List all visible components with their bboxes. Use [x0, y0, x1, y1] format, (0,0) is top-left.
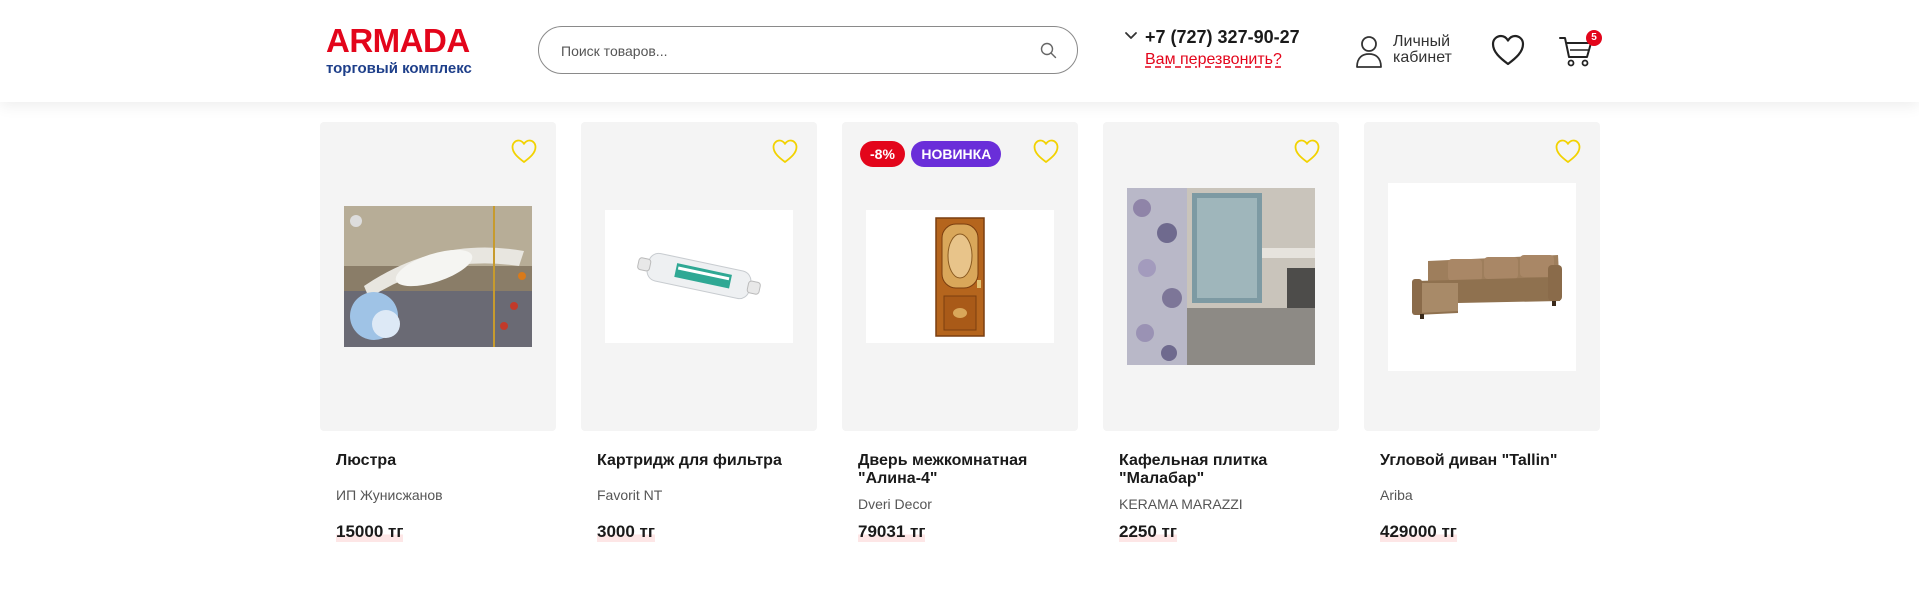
product-card[interactable]: Кафельная плитка "Малабар" KERAMA MARAZZ… [1103, 122, 1339, 552]
logo-wordmark: ARMADA [326, 22, 470, 59]
product-price: 429000 тг [1380, 522, 1457, 542]
product-price: 15000 тг [336, 522, 404, 542]
favorites-heart-icon[interactable] [1490, 33, 1526, 67]
search-input[interactable] [559, 27, 1033, 75]
product-image-filter-cartridge [605, 210, 793, 343]
heart-icon[interactable] [771, 138, 799, 164]
search-icon[interactable] [1040, 42, 1057, 59]
product-brand: Ariba [1380, 487, 1413, 503]
chevron-down-icon[interactable] [1124, 31, 1138, 41]
phone-number[interactable]: +7 (727) 327-90-27 [1145, 27, 1300, 48]
heart-icon[interactable] [1032, 138, 1060, 164]
product-image-area[interactable] [1103, 122, 1339, 431]
product-card[interactable]: Угловой диван "Tallin" Ariba 429000 тг [1364, 122, 1600, 552]
callback-link[interactable]: Вам перезвонить? [1145, 51, 1282, 69]
cart-count-badge: 5 [1586, 30, 1602, 46]
product-price: 3000 тг [597, 522, 655, 542]
product-price: 79031 тг [858, 522, 926, 542]
site-header: ARMADA торговый комплекс +7 (727) 327-90… [0, 0, 1919, 102]
product-badges: -8% НОВИНКА [860, 141, 1003, 167]
product-name[interactable]: Кафельная плитка "Малабар" [1119, 452, 1329, 488]
product-brand: ИП Жунисжанов [336, 487, 443, 503]
product-image-sofa [1388, 183, 1576, 371]
product-name[interactable]: Картридж для фильтра [597, 452, 807, 470]
new-badge: НОВИНКА [911, 141, 1002, 167]
product-card[interactable]: Картридж для фильтра Favorit NT 3000 тг [581, 122, 817, 552]
product-name[interactable]: Люстра [336, 452, 546, 470]
product-card[interactable]: Люстра ИП Жунисжанов 15000 тг [320, 122, 556, 552]
product-image-area[interactable] [320, 122, 556, 431]
discount-badge: -8% [860, 141, 905, 167]
heart-icon[interactable] [1554, 138, 1582, 164]
account-link[interactable]: Личный кабинет [1355, 32, 1460, 72]
product-price: 2250 тг [1119, 522, 1177, 542]
product-brand: Dveri Decor [858, 496, 932, 512]
product-image-tile [1127, 188, 1315, 365]
product-name[interactable]: Дверь межкомнатная "Алина-4" [858, 452, 1068, 488]
user-icon [1356, 36, 1382, 68]
heart-icon[interactable] [510, 138, 538, 164]
search-box [538, 26, 1078, 75]
heart-icon[interactable] [1293, 138, 1321, 164]
product-card[interactable]: -8% НОВИНКА Дверь межкомнатная "Алина-4"… [842, 122, 1078, 552]
product-image-area[interactable] [1364, 122, 1600, 431]
product-image-chandelier [344, 206, 532, 347]
product-name[interactable]: Угловой диван "Tallin" [1380, 452, 1590, 470]
account-label: Личный кабинет [1393, 33, 1452, 66]
product-brand: KERAMA MARAZZI [1119, 496, 1243, 512]
product-brand: Favorit NT [597, 487, 663, 503]
product-image-door [866, 210, 1054, 343]
logo[interactable]: ARMADA торговый комплекс [326, 24, 496, 80]
logo-subtitle: торговый комплекс [326, 60, 472, 77]
product-image-area[interactable]: -8% НОВИНКА [842, 122, 1078, 431]
product-image-area[interactable] [581, 122, 817, 431]
cart-button[interactable]: 5 [1558, 30, 1602, 70]
